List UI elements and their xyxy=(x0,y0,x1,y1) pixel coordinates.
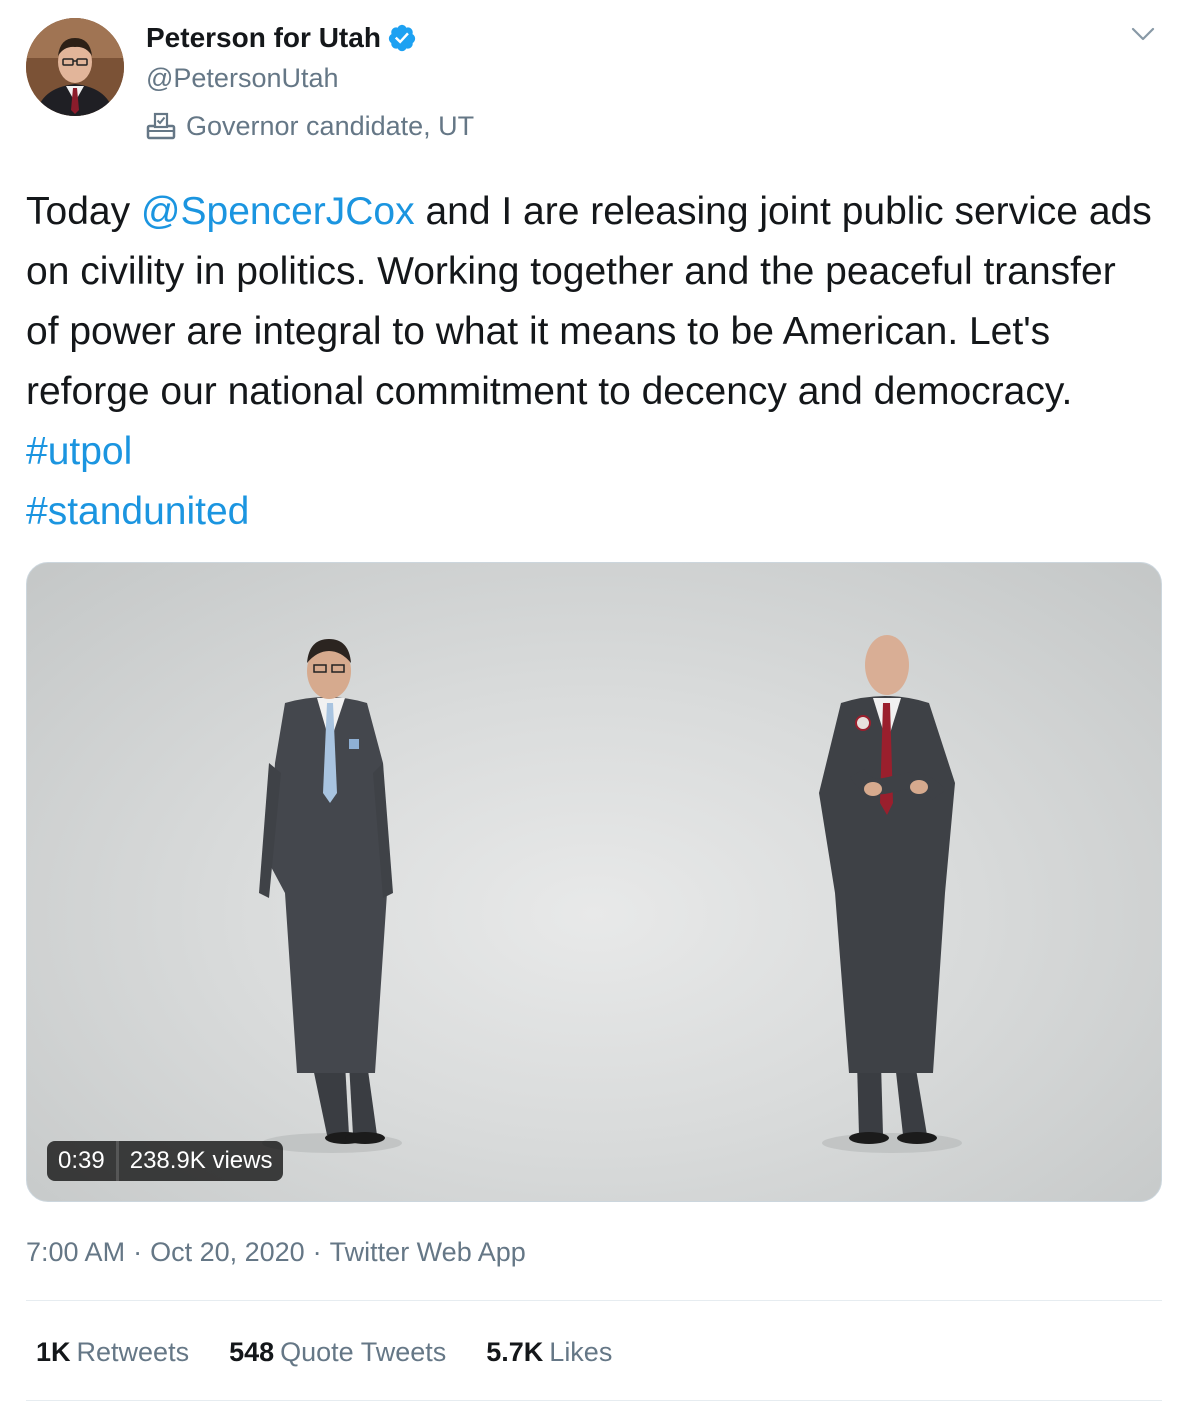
likes-label: Likes xyxy=(549,1337,613,1367)
ballot-box-icon xyxy=(146,112,176,140)
verified-badge-icon xyxy=(388,24,416,52)
tweet-text: Today @SpencerJCox and I are releasing j… xyxy=(26,182,1156,542)
quote-tweets-stat[interactable]: 548 Quote Tweets xyxy=(229,1332,446,1372)
video-thumbnail xyxy=(259,635,962,1153)
quote-tweets-count: 548 xyxy=(229,1337,275,1367)
author-label-text: Governor candidate, UT xyxy=(186,111,475,141)
retweets-count: 1K xyxy=(36,1337,71,1367)
left-figure xyxy=(259,639,393,1144)
video-badges: 0:39 238.9K views xyxy=(47,1141,284,1181)
likes-count: 5.7K xyxy=(486,1337,544,1367)
retweets-stat[interactable]: 1K Retweets xyxy=(36,1332,189,1372)
video-views: 238.9K views xyxy=(115,1141,284,1181)
mention-link[interactable]: @SpencerJCox xyxy=(141,190,415,233)
hashtag-link[interactable]: #utpol xyxy=(26,430,132,473)
divider xyxy=(26,1400,1162,1401)
separator: · xyxy=(133,1237,143,1267)
tweet-date[interactable]: Oct 20, 2020 xyxy=(150,1237,305,1267)
tweet-metadata: 7:00 AM · Oct 20, 2020 · Twitter Web App xyxy=(26,1232,526,1272)
tweet-time[interactable]: 7:00 AM xyxy=(26,1237,125,1267)
divider xyxy=(26,1300,1162,1301)
tweet-stats: 1K Retweets 548 Quote Tweets 5.7K Likes xyxy=(36,1332,652,1372)
author-handle[interactable]: @PetersonUtah xyxy=(146,60,339,96)
video-duration: 0:39 xyxy=(58,1147,105,1174)
author-label: Governor candidate, UT xyxy=(146,108,474,144)
hashtag-link[interactable]: #standunited xyxy=(26,490,249,533)
retweets-label: Retweets xyxy=(76,1337,190,1367)
quote-tweets-label: Quote Tweets xyxy=(280,1337,447,1367)
author-name-row[interactable]: Peterson for Utah xyxy=(146,20,417,56)
video-player[interactable]: 0:39 238.9K views xyxy=(26,562,1162,1202)
right-figure xyxy=(819,635,955,1144)
separator: · xyxy=(312,1237,322,1267)
tweet-source[interactable]: Twitter Web App xyxy=(330,1237,526,1267)
avatar[interactable] xyxy=(26,18,124,116)
author-display-name[interactable]: Peterson for Utah xyxy=(146,20,381,56)
tweet-text-part: Today xyxy=(26,190,141,233)
chevron-down-icon[interactable] xyxy=(1128,22,1158,46)
likes-stat[interactable]: 5.7K Likes xyxy=(486,1332,612,1372)
avatar-image xyxy=(26,18,124,116)
